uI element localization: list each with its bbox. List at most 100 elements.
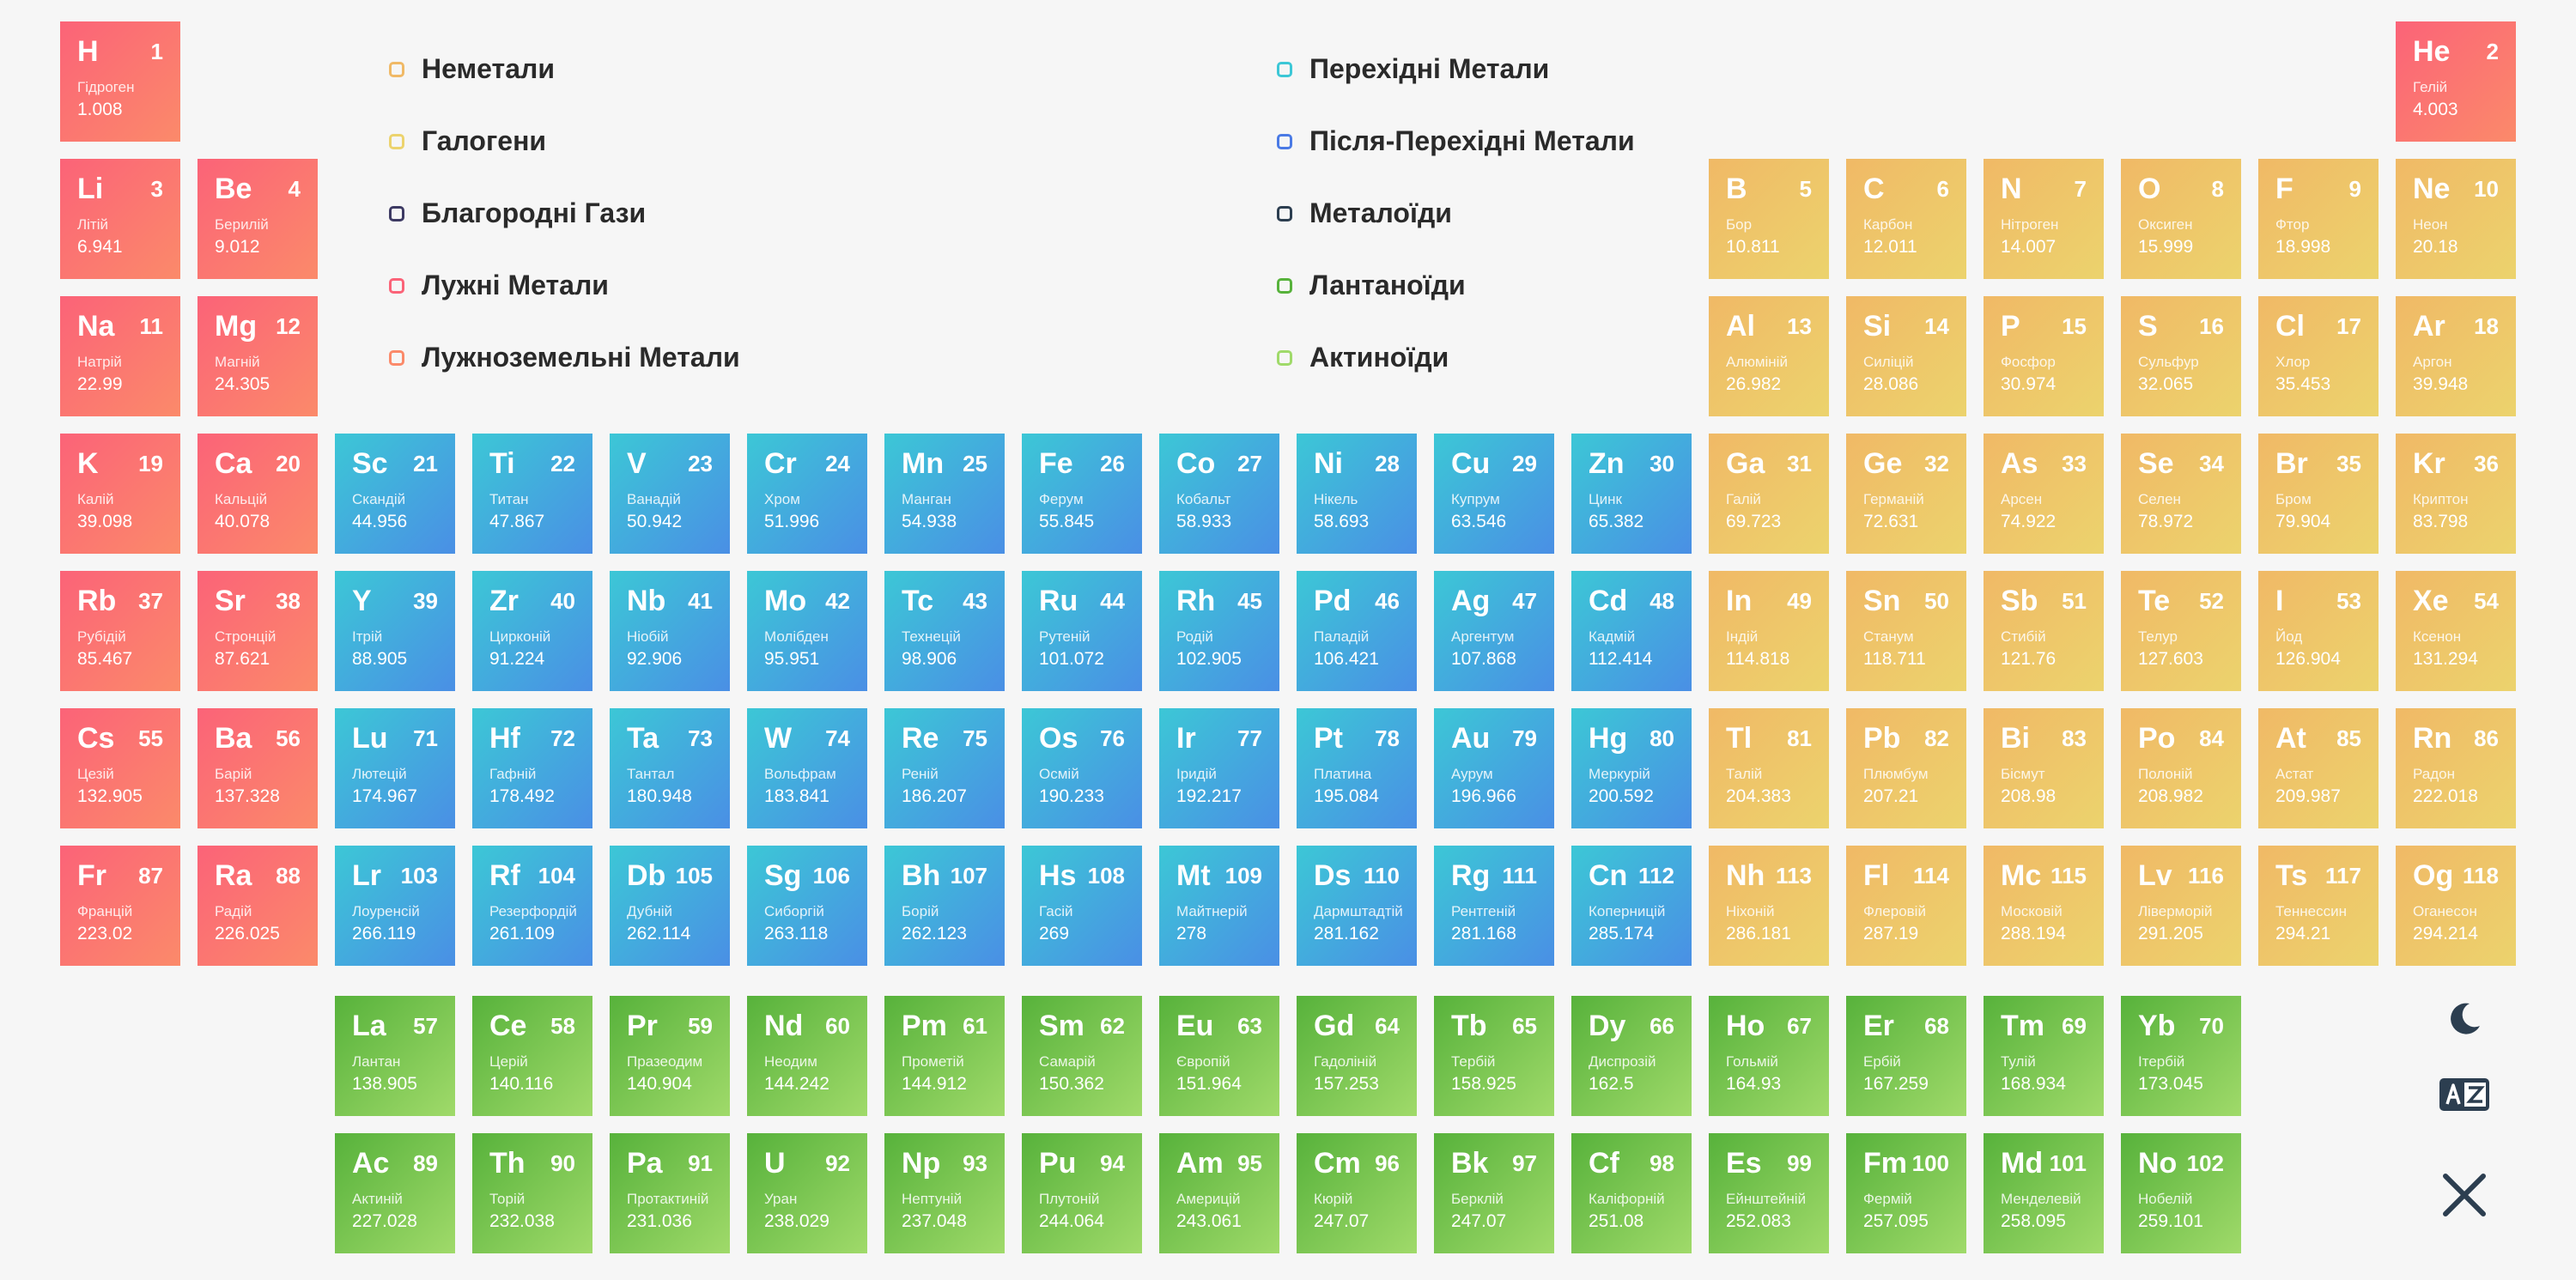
element-cell-mo[interactable]: Mo 42 Молібден 95.951 bbox=[747, 571, 867, 691]
legend-item[interactable]: Лужноземельні Метали bbox=[389, 342, 740, 373]
element-cell-pb[interactable]: Pb 82 Плюмбум 207.21 bbox=[1846, 708, 1966, 828]
element-cell-mg[interactable]: Mg 12 Магній 24.305 bbox=[197, 296, 318, 416]
element-cell-he[interactable]: He 2 Гелій 4.003 bbox=[2396, 21, 2516, 142]
language-button[interactable] bbox=[2439, 1069, 2490, 1120]
element-cell-ho[interactable]: Ho 67 Гольмій 164.93 bbox=[1709, 996, 1829, 1116]
element-cell-ga[interactable]: Ga 31 Галій 69.723 bbox=[1709, 434, 1829, 554]
element-cell-md[interactable]: Md 101 Менделевій 258.095 bbox=[1984, 1133, 2104, 1253]
element-cell-si[interactable]: Si 14 Силіцій 28.086 bbox=[1846, 296, 1966, 416]
element-cell-nd[interactable]: Nd 60 Неодим 144.242 bbox=[747, 996, 867, 1116]
element-cell-nh[interactable]: Nh 113 Ніхоній 286.181 bbox=[1709, 846, 1829, 966]
element-cell-li[interactable]: Li 3 Літій 6.941 bbox=[60, 159, 180, 279]
element-cell-ge[interactable]: Ge 32 Германій 72.631 bbox=[1846, 434, 1966, 554]
element-cell-pr[interactable]: Pr 59 Празеодим 140.904 bbox=[610, 996, 730, 1116]
element-cell-am[interactable]: Am 95 Америцій 243.061 bbox=[1159, 1133, 1279, 1253]
element-cell-tc[interactable]: Tc 43 Технецій 98.906 bbox=[884, 571, 1005, 691]
element-cell-h[interactable]: H 1 Гідроген 1.008 bbox=[60, 21, 180, 142]
element-cell-au[interactable]: Au 79 Аурум 196.966 bbox=[1434, 708, 1554, 828]
element-cell-ra[interactable]: Ra 88 Радій 226.025 bbox=[197, 846, 318, 966]
element-cell-ti[interactable]: Ti 22 Титан 47.867 bbox=[472, 434, 592, 554]
element-cell-xe[interactable]: Xe 54 Ксенон 131.294 bbox=[2396, 571, 2516, 691]
element-cell-os[interactable]: Os 76 Осмій 190.233 bbox=[1022, 708, 1142, 828]
element-cell-og[interactable]: Og 118 Оганесон 294.214 bbox=[2396, 846, 2516, 966]
element-cell-cs[interactable]: Cs 55 Цезій 132.905 bbox=[60, 708, 180, 828]
element-cell-es[interactable]: Es 99 Ейнштейній 252.083 bbox=[1709, 1133, 1829, 1253]
element-cell-pu[interactable]: Pu 94 Плутоній 244.064 bbox=[1022, 1133, 1142, 1253]
legend-item[interactable]: Неметали bbox=[389, 53, 555, 85]
element-cell-ir[interactable]: Ir 77 Іридій 192.217 bbox=[1159, 708, 1279, 828]
element-cell-po[interactable]: Po 84 Полоній 208.982 bbox=[2121, 708, 2241, 828]
element-cell-re[interactable]: Re 75 Реній 186.207 bbox=[884, 708, 1005, 828]
element-cell-ta[interactable]: Ta 73 Тантал 180.948 bbox=[610, 708, 730, 828]
element-cell-pd[interactable]: Pd 46 Паладій 106.421 bbox=[1297, 571, 1417, 691]
element-cell-ds[interactable]: Ds 110 Дармштадтій 281.162 bbox=[1297, 846, 1417, 966]
element-cell-cd[interactable]: Cd 48 Кадмій 112.414 bbox=[1571, 571, 1692, 691]
element-cell-ar[interactable]: Ar 18 Аргон 39.948 bbox=[2396, 296, 2516, 416]
legend-item[interactable]: Металоїди bbox=[1277, 197, 1452, 229]
element-cell-hg[interactable]: Hg 80 Меркурій 200.592 bbox=[1571, 708, 1692, 828]
element-cell-bi[interactable]: Bi 83 Бісмут 208.98 bbox=[1984, 708, 2104, 828]
element-cell-sb[interactable]: Sb 51 Стибій 121.76 bbox=[1984, 571, 2104, 691]
element-cell-nb[interactable]: Nb 41 Ніобій 92.906 bbox=[610, 571, 730, 691]
element-cell-er[interactable]: Er 68 Ербій 167.259 bbox=[1846, 996, 1966, 1116]
element-cell-kr[interactable]: Kr 36 Криптон 83.798 bbox=[2396, 434, 2516, 554]
legend-item[interactable]: Галогени bbox=[389, 125, 546, 157]
element-cell-hf[interactable]: Hf 72 Гафній 178.492 bbox=[472, 708, 592, 828]
element-cell-dy[interactable]: Dy 66 Диспрозій 162.5 bbox=[1571, 996, 1692, 1116]
element-cell-np[interactable]: Np 93 Нептуній 237.048 bbox=[884, 1133, 1005, 1253]
element-cell-sn[interactable]: Sn 50 Станум 118.711 bbox=[1846, 571, 1966, 691]
element-cell-cr[interactable]: Cr 24 Хром 51.996 bbox=[747, 434, 867, 554]
element-cell-bh[interactable]: Bh 107 Борій 262.123 bbox=[884, 846, 1005, 966]
close-button[interactable] bbox=[2439, 1169, 2490, 1221]
element-cell-sr[interactable]: Sr 38 Стронцій 87.621 bbox=[197, 571, 318, 691]
element-cell-ce[interactable]: Ce 58 Церій 140.116 bbox=[472, 996, 592, 1116]
legend-item[interactable]: Лантаноїди bbox=[1277, 270, 1466, 301]
element-cell-sm[interactable]: Sm 62 Самарій 150.362 bbox=[1022, 996, 1142, 1116]
element-cell-c[interactable]: C 6 Карбон 12.011 bbox=[1846, 159, 1966, 279]
element-cell-fm[interactable]: Fm 100 Фермій 257.095 bbox=[1846, 1133, 1966, 1253]
element-cell-se[interactable]: Se 34 Селен 78.972 bbox=[2121, 434, 2241, 554]
element-cell-rb[interactable]: Rb 37 Рубідій 85.467 bbox=[60, 571, 180, 691]
element-cell-no[interactable]: No 102 Нобелій 259.101 bbox=[2121, 1133, 2241, 1253]
element-cell-th[interactable]: Th 90 Торій 232.038 bbox=[472, 1133, 592, 1253]
element-cell-cn[interactable]: Cn 112 Коперницій 285.174 bbox=[1571, 846, 1692, 966]
element-cell-be[interactable]: Be 4 Берилій 9.012 bbox=[197, 159, 318, 279]
element-cell-sg[interactable]: Sg 106 Сиборгій 263.118 bbox=[747, 846, 867, 966]
element-cell-as[interactable]: As 33 Арсен 74.922 bbox=[1984, 434, 2104, 554]
element-cell-bk[interactable]: Bk 97 Берклій 247.07 bbox=[1434, 1133, 1554, 1253]
element-cell-zr[interactable]: Zr 40 Цирконій 91.224 bbox=[472, 571, 592, 691]
element-cell-zn[interactable]: Zn 30 Цинк 65.382 bbox=[1571, 434, 1692, 554]
element-cell-pa[interactable]: Pa 91 Протактиній 231.036 bbox=[610, 1133, 730, 1253]
element-cell-ni[interactable]: Ni 28 Нікель 58.693 bbox=[1297, 434, 1417, 554]
element-cell-f[interactable]: F 9 Фтор 18.998 bbox=[2258, 159, 2379, 279]
element-cell-tb[interactable]: Tb 65 Тербій 158.925 bbox=[1434, 996, 1554, 1116]
element-cell-ca[interactable]: Ca 20 Кальцій 40.078 bbox=[197, 434, 318, 554]
element-cell-cl[interactable]: Cl 17 Хлор 35.453 bbox=[2258, 296, 2379, 416]
element-cell-ag[interactable]: Ag 47 Аргентум 107.868 bbox=[1434, 571, 1554, 691]
element-cell-fr[interactable]: Fr 87 Францій 223.02 bbox=[60, 846, 180, 966]
element-cell-cm[interactable]: Cm 96 Кюрій 247.07 bbox=[1297, 1133, 1417, 1253]
element-cell-n[interactable]: N 7 Нітроген 14.007 bbox=[1984, 159, 2104, 279]
element-cell-ts[interactable]: Ts 117 Теннессин 294.21 bbox=[2258, 846, 2379, 966]
element-cell-la[interactable]: La 57 Лантан 138.905 bbox=[335, 996, 455, 1116]
legend-item[interactable]: Лужні Метали bbox=[389, 270, 609, 301]
element-cell-fl[interactable]: Fl 114 Флеровій 287.19 bbox=[1846, 846, 1966, 966]
element-cell-w[interactable]: W 74 Вольфрам 183.841 bbox=[747, 708, 867, 828]
element-cell-ne[interactable]: Ne 10 Неон 20.18 bbox=[2396, 159, 2516, 279]
element-cell-at[interactable]: At 85 Астат 209.987 bbox=[2258, 708, 2379, 828]
element-cell-u[interactable]: U 92 Уран 238.029 bbox=[747, 1133, 867, 1253]
element-cell-pt[interactable]: Pt 78 Платина 195.084 bbox=[1297, 708, 1417, 828]
element-cell-yb[interactable]: Yb 70 Ітербій 173.045 bbox=[2121, 996, 2241, 1116]
element-cell-y[interactable]: Y 39 Ітрій 88.905 bbox=[335, 571, 455, 691]
element-cell-lr[interactable]: Lr 103 Лоуренсій 266.119 bbox=[335, 846, 455, 966]
element-cell-hs[interactable]: Hs 108 Гасій 269 bbox=[1022, 846, 1142, 966]
element-cell-al[interactable]: Al 13 Алюміній 26.982 bbox=[1709, 296, 1829, 416]
element-cell-cf[interactable]: Cf 98 Каліфорній 251.08 bbox=[1571, 1133, 1692, 1253]
element-cell-k[interactable]: K 19 Калій 39.098 bbox=[60, 434, 180, 554]
element-cell-s[interactable]: S 16 Сульфур 32.065 bbox=[2121, 296, 2241, 416]
element-cell-fe[interactable]: Fe 26 Ферум 55.845 bbox=[1022, 434, 1142, 554]
legend-item[interactable]: Перехідні Метали bbox=[1277, 53, 1549, 85]
element-cell-sc[interactable]: Sc 21 Скандій 44.956 bbox=[335, 434, 455, 554]
element-cell-mc[interactable]: Mc 115 Московій 288.194 bbox=[1984, 846, 2104, 966]
legend-item[interactable]: Актиноїди bbox=[1277, 342, 1449, 373]
